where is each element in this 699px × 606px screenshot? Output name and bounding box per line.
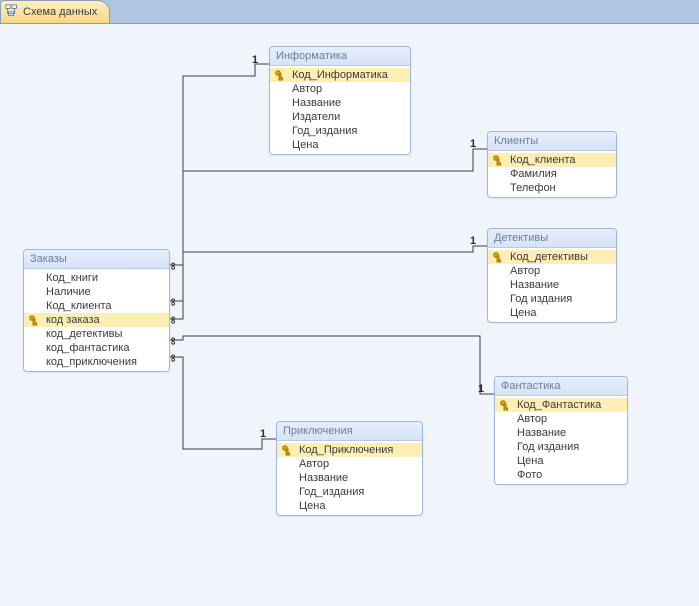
entity-body: Код_Информатика Автор Название Издатели … (270, 66, 410, 154)
field-pk[interactable]: Код_Фантастика (495, 398, 627, 412)
field[interactable]: Год_издания (277, 485, 422, 499)
field[interactable]: Цена (495, 454, 627, 468)
field[interactable]: Цена (270, 138, 410, 152)
field[interactable]: Название (270, 96, 410, 110)
field-pk[interactable]: Код_Приключения (277, 443, 422, 457)
entity-body: Код_детективы Автор Название Год издания… (488, 248, 616, 322)
card-one: 1 (260, 428, 266, 440)
entity-title: Фантастика (495, 377, 627, 396)
entity-fantastika[interactable]: Фантастика Код_Фантастика Автор Название… (494, 376, 628, 485)
tab-strip: Схема данных (0, 0, 699, 22)
card-one: 1 (470, 235, 476, 247)
field[interactable]: Телефон (488, 181, 616, 195)
key-icon (282, 445, 294, 457)
field[interactable]: Год издания (488, 292, 616, 306)
field[interactable]: Название (488, 278, 616, 292)
field[interactable]: Цена (488, 306, 616, 320)
field[interactable]: Фото (495, 468, 627, 482)
field[interactable]: Код_книги (24, 271, 169, 285)
key-icon (493, 252, 505, 264)
entity-title: Информатика (270, 47, 410, 66)
entity-priklyucheniya[interactable]: Приключения Код_Приключения Автор Назван… (276, 421, 423, 516)
entity-title: Заказы (24, 250, 169, 269)
field[interactable]: Издатели (270, 110, 410, 124)
field[interactable]: Год_издания (270, 124, 410, 138)
tab-title: Схема данных (23, 6, 97, 18)
field[interactable]: Автор (270, 82, 410, 96)
entity-zakazy[interactable]: Заказы Код_книги Наличие Код_клиента код… (23, 249, 170, 372)
key-icon (275, 70, 287, 82)
card-one: 1 (478, 383, 484, 395)
field[interactable]: Фамилия (488, 167, 616, 181)
field-pk[interactable]: Код_клиента (488, 153, 616, 167)
key-icon (493, 155, 505, 167)
field[interactable]: Название (277, 471, 422, 485)
field-pk[interactable]: Код_детективы (488, 250, 616, 264)
key-icon (29, 315, 41, 327)
entity-title: Детективы (488, 229, 616, 248)
entity-title: Приключения (277, 422, 422, 441)
field[interactable]: Наличие (24, 285, 169, 299)
field[interactable]: Цена (277, 499, 422, 513)
entity-body: Код_книги Наличие Код_клиента код заказа… (24, 269, 169, 371)
entity-body: Код_клиента Фамилия Телефон (488, 151, 616, 197)
card-one: 1 (470, 138, 476, 150)
tab-schema[interactable]: Схема данных (0, 0, 110, 24)
field[interactable]: код_фантастика (24, 341, 169, 355)
card-one: 1 (252, 54, 258, 66)
entity-title: Клиенты (488, 132, 616, 151)
field-pk[interactable]: Код_Информатика (270, 68, 410, 82)
field[interactable]: Название (495, 426, 627, 440)
relationships-canvas[interactable]: ∞ ∞ ∞ ∞ ∞ 1 1 1 1 1 Заказы Код_книги Нал… (0, 23, 699, 606)
field[interactable]: код_приключения (24, 355, 169, 369)
field[interactable]: Автор (495, 412, 627, 426)
key-icon (500, 400, 512, 412)
field[interactable]: Год издания (495, 440, 627, 454)
entity-detektivy[interactable]: Детективы Код_детективы Автор Название Г… (487, 228, 617, 323)
entity-body: Код_Фантастика Автор Название Год издани… (495, 396, 627, 484)
field[interactable]: код_детективы (24, 327, 169, 341)
field[interactable]: Код_клиента (24, 299, 169, 313)
entity-body: Код_Приключения Автор Название Год_издан… (277, 441, 422, 515)
entity-informatika[interactable]: Информатика Код_Информатика Автор Назван… (269, 46, 411, 155)
field[interactable]: Автор (488, 264, 616, 278)
field-pk[interactable]: код заказа (24, 313, 169, 327)
schema-icon (5, 4, 19, 18)
entity-klienty[interactable]: Клиенты Код_клиента Фамилия Телефон (487, 131, 617, 198)
field[interactable]: Автор (277, 457, 422, 471)
